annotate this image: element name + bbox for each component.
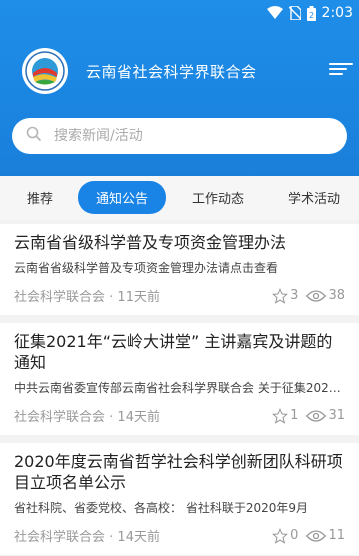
article-source: 社会科学联合会 (14, 410, 106, 425)
article-source: 社会科学联合会 (14, 290, 106, 305)
article-summary: 云南省省级科学普及专项资金管理办法请点击查看 (14, 261, 279, 275)
article-time: 14天前 (117, 410, 160, 425)
eye-icon (306, 289, 327, 302)
view-count: 38 (306, 288, 345, 303)
status-bar: 2 2:03 (266, 4, 353, 22)
menu-icon[interactable] (329, 60, 353, 80)
article-title[interactable]: 2020年度云南省哲学社会科学创新团队科研项目立项名单公示 (14, 451, 345, 493)
tab-academic[interactable]: 学术活动 (288, 188, 340, 207)
view-count: 11 (306, 528, 345, 543)
star-icon (272, 287, 289, 304)
article-meta: 社会科学联合会 · 14天前 0 11 (14, 527, 345, 545)
category-tabs: 推荐 通知公告 工作动态 学术活动 (0, 176, 359, 220)
article-source: 社会科学联合会 (14, 530, 106, 545)
view-count: 31 (306, 408, 345, 423)
article-title[interactable]: 云南省省级科学普及专项资金管理办法 (14, 232, 345, 253)
status-time: 2:03 (321, 5, 353, 21)
article-time: 14天前 (117, 530, 160, 545)
search-icon (26, 126, 46, 146)
tab-recommend[interactable]: 推荐 (27, 188, 53, 207)
app-logo (22, 48, 68, 94)
article-meta: 社会科学联合会 · 11天前 3 38 (14, 287, 345, 305)
no-sim-icon (288, 6, 301, 20)
article-summary: 省社科院、省委党校、各高校： 省社科联于2020年9月 (14, 501, 308, 515)
article-summary: 中共云南省委宣传部云南省社会科学界联合会 关于征集2021年 (14, 381, 345, 395)
app-header: 2 2:03 云南省社会科学界联合会 (0, 0, 359, 176)
battery-icon: 2 (306, 5, 316, 21)
article-list: 云南省省级科学普及专项资金管理办法 云南省省级科学普及专项资金管理办法请点击查看… (0, 224, 359, 556)
like-count[interactable]: 3 (272, 287, 298, 304)
like-count[interactable]: 1 (272, 407, 298, 424)
article-card[interactable]: 2020年度云南省哲学社会科学创新团队科研项目立项名单公示 省社科院、省委党校、… (0, 443, 359, 555)
article-time: 11天前 (117, 290, 160, 305)
star-icon (272, 527, 289, 544)
eye-icon (306, 529, 327, 542)
svg-text:2: 2 (309, 11, 314, 20)
tab-work-news[interactable]: 工作动态 (192, 188, 244, 207)
article-card[interactable]: 云南省省级科学普及专项资金管理办法 云南省省级科学普及专项资金管理办法请点击查看… (0, 224, 359, 315)
app-title: 云南省社会科学界联合会 (86, 63, 257, 81)
search-bar[interactable] (12, 118, 347, 154)
star-icon (272, 407, 289, 424)
like-count[interactable]: 0 (272, 527, 298, 544)
wifi-icon (266, 6, 283, 20)
eye-icon (306, 409, 327, 422)
article-card[interactable]: 征集2021年“云岭大讲堂” 主讲嘉宾及讲题的通知 中共云南省委宣传部云南省社会… (0, 323, 359, 435)
article-meta: 社会科学联合会 · 14天前 1 31 (14, 407, 345, 425)
tab-notices[interactable]: 通知公告 (78, 181, 167, 214)
search-input[interactable] (54, 128, 314, 144)
article-title[interactable]: 征集2021年“云岭大讲堂” 主讲嘉宾及讲题的通知 (14, 331, 345, 373)
